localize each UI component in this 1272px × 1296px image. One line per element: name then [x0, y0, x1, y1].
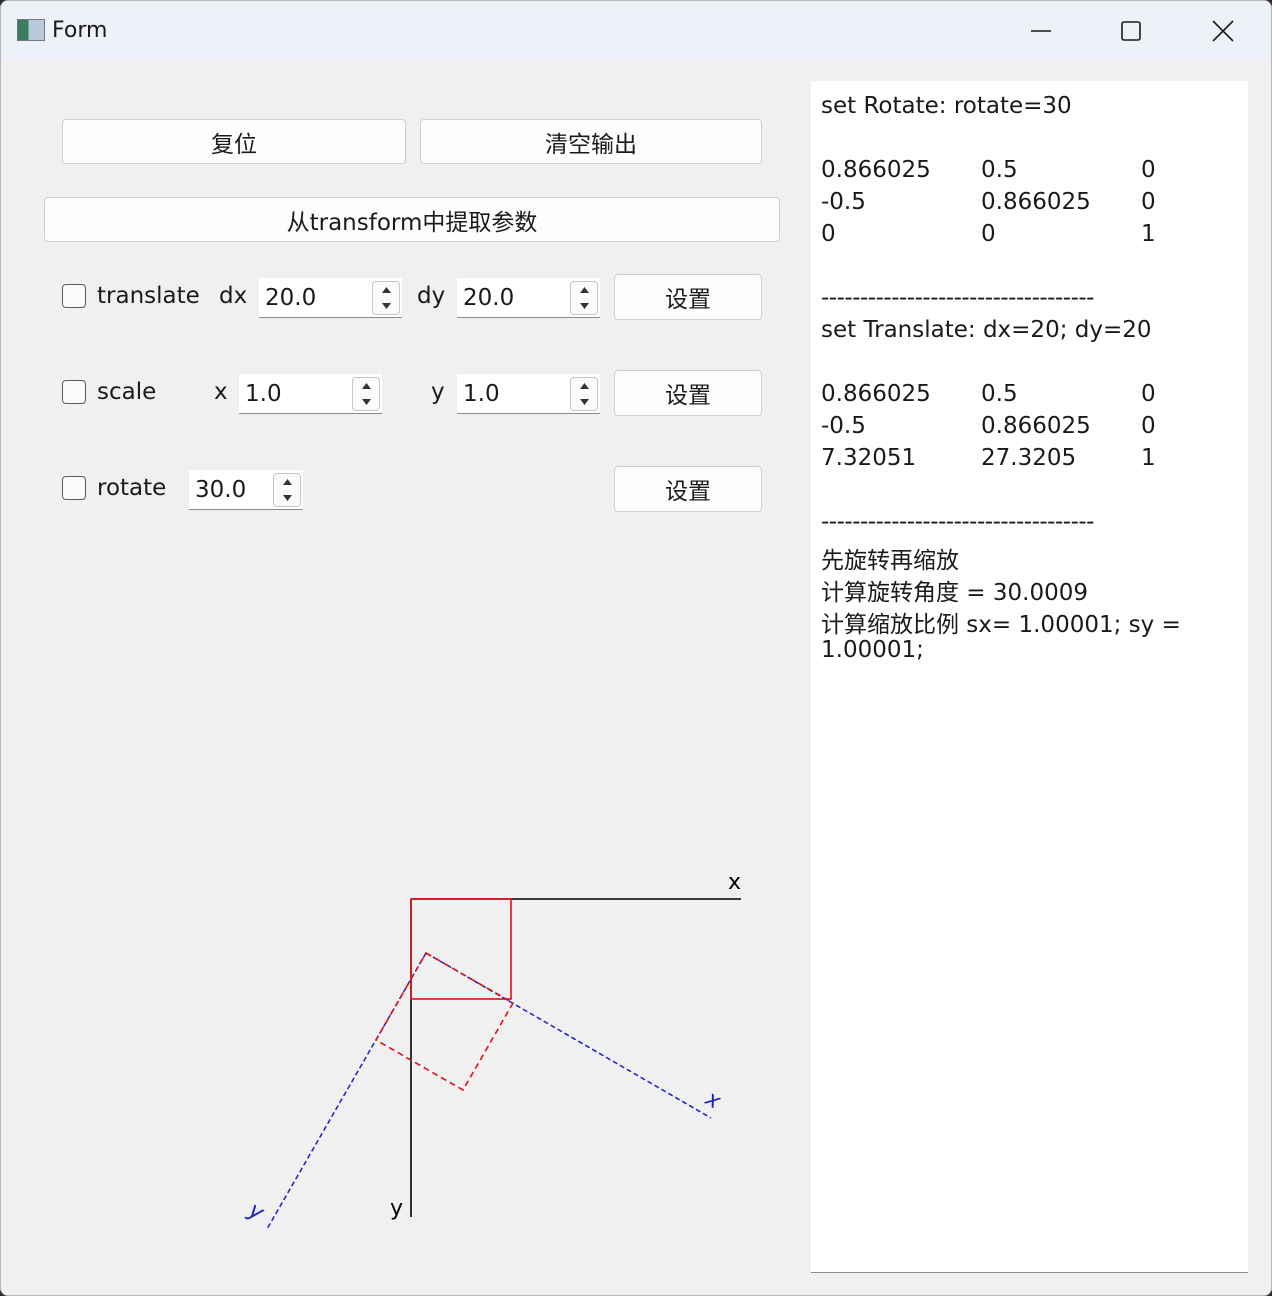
matrix-cell: -0.5	[821, 189, 866, 215]
matrix-cell: 1	[1141, 445, 1156, 471]
matrix-cell: 0.866025	[981, 413, 1091, 439]
rotated-y-label: y	[243, 1197, 268, 1226]
matrix-cell: 0.866025	[821, 381, 931, 407]
matrix-cell: 0.5	[981, 381, 1018, 407]
matrix-cell: 0	[821, 221, 836, 247]
matrix-cell: 0.866025	[821, 157, 931, 183]
output-result-scale-cont: 1.00001;	[821, 637, 924, 663]
matrix-cell: 0	[1141, 157, 1156, 183]
transform-canvas: x y x y	[243, 870, 741, 1230]
minimize-button[interactable]	[995, 1, 1087, 61]
matrix-cell: 0	[1141, 413, 1156, 439]
output-translate-title: set Translate: dx=20; dy=20	[821, 317, 1152, 343]
matrix-cell: 27.3205	[981, 445, 1077, 471]
matrix-cell: 1	[1141, 221, 1156, 247]
minimize-icon	[1031, 30, 1051, 32]
matrix-cell: 0	[1141, 189, 1156, 215]
close-button[interactable]	[1177, 1, 1269, 61]
output-result-scale: 计算缩放比例 sx= 1.00001; sy =	[821, 612, 1181, 638]
output-text-panel[interactable]: set Rotate: rotate=30 0.866025 0.5 0 -0.…	[811, 81, 1248, 1273]
rotated-x-axis	[425, 952, 712, 1119]
close-icon	[1212, 20, 1234, 42]
matrix-cell: 7.32051	[821, 445, 917, 471]
matrix-cell: 0	[981, 221, 996, 247]
output-separator: -----------------------------------	[821, 509, 1094, 535]
rotated-x-label: x	[700, 1086, 725, 1115]
matrix-cell: 0	[1141, 381, 1156, 407]
x-axis-label: x	[728, 870, 741, 895]
output-result-angle: 计算旋转角度 = 30.0009	[821, 580, 1089, 606]
form-window: Form 复位 清空输出 从transform中提取参数 translate d…	[0, 0, 1272, 1296]
output-result-order: 先旋转再缩放	[821, 548, 959, 574]
matrix-cell: -0.5	[821, 413, 866, 439]
maximize-button[interactable]	[1085, 1, 1177, 61]
maximize-icon	[1121, 21, 1141, 41]
output-rotate-title: set Rotate: rotate=30	[821, 93, 1072, 119]
matrix-cell: 0.5	[981, 157, 1018, 183]
rotated-rectangle	[374, 951, 515, 1092]
y-axis-label: y	[390, 1196, 403, 1221]
output-separator: -----------------------------------	[821, 285, 1094, 311]
matrix-cell: 0.866025	[981, 189, 1091, 215]
original-rectangle	[410, 898, 512, 1000]
